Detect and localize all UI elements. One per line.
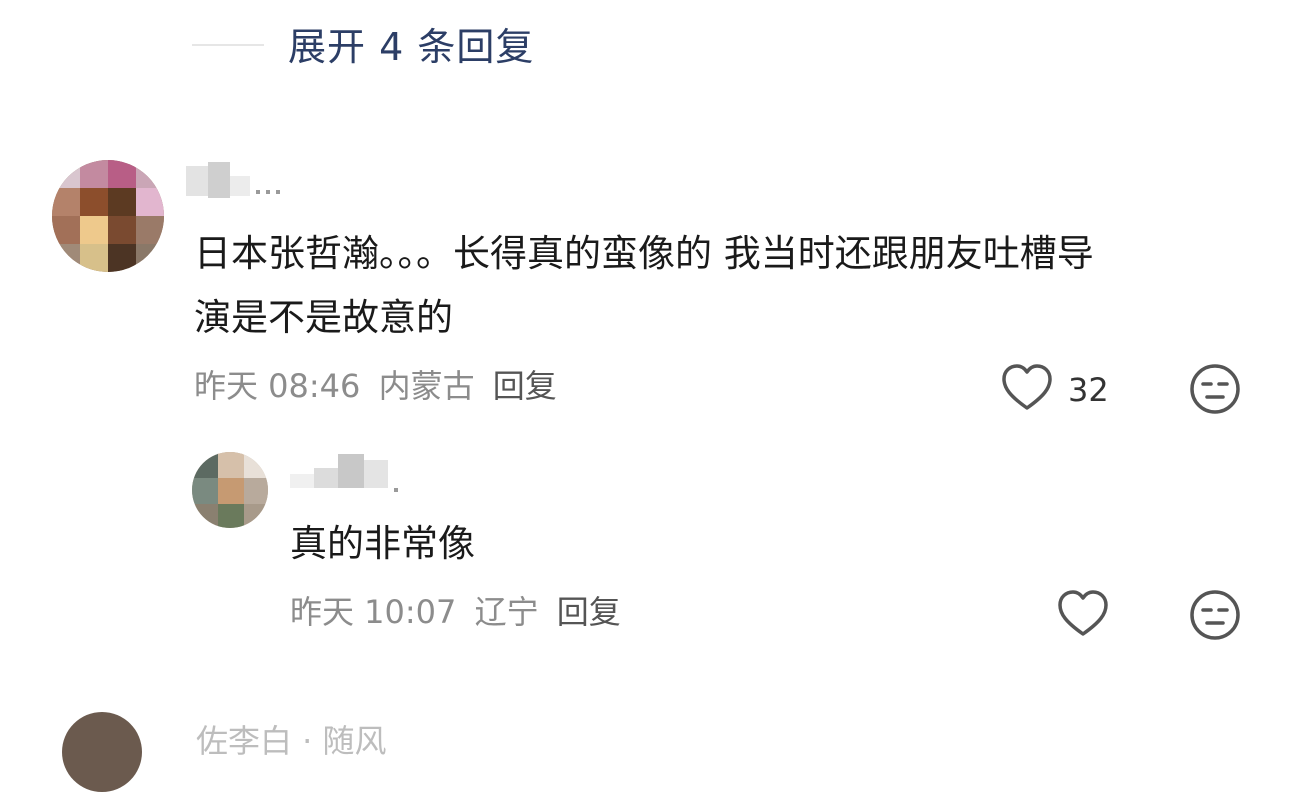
- like-button[interactable]: [1056, 588, 1110, 640]
- comment-text-line: 演是不是故意的: [194, 296, 453, 339]
- dislike-button[interactable]: [1188, 588, 1242, 642]
- reply-button[interactable]: 回复: [557, 593, 621, 631]
- like-count: 32: [1068, 371, 1109, 409]
- dislike-button[interactable]: [1188, 362, 1242, 416]
- expand-replies-button[interactable]: 展开 4 条回复: [288, 22, 534, 72]
- avatar[interactable]: [62, 712, 142, 792]
- comment-location: 内蒙古: [378, 367, 475, 405]
- comment-meta: 昨天 10:07 辽宁 回复: [290, 592, 621, 632]
- avatar[interactable]: [52, 160, 164, 272]
- comment-time: 昨天 08:46: [194, 367, 361, 405]
- thread-divider: [192, 44, 264, 46]
- comment-text-line: 真的非常像: [290, 522, 475, 565]
- comment-text-line: 日本张哲瀚。。。长得真的蛮像的 我当时还跟朋友吐槽导: [194, 232, 1094, 275]
- username[interactable]: 佐李白 · 随风: [196, 716, 387, 762]
- heart-icon: [1058, 590, 1108, 636]
- dislike-face-icon: [1190, 364, 1240, 414]
- comment-meta: 昨天 08:46 内蒙古 回复: [194, 366, 557, 406]
- reply-button[interactable]: 回复: [493, 367, 557, 405]
- avatar[interactable]: [192, 452, 268, 528]
- username-blurred[interactable]: [186, 162, 296, 198]
- like-button[interactable]: [1000, 362, 1054, 414]
- comment-location: 辽宁: [474, 593, 539, 631]
- username-blurred[interactable]: [290, 454, 420, 492]
- heart-icon: [1002, 364, 1052, 410]
- dislike-face-icon: [1190, 590, 1240, 640]
- comment-time: 昨天 10:07: [290, 593, 457, 631]
